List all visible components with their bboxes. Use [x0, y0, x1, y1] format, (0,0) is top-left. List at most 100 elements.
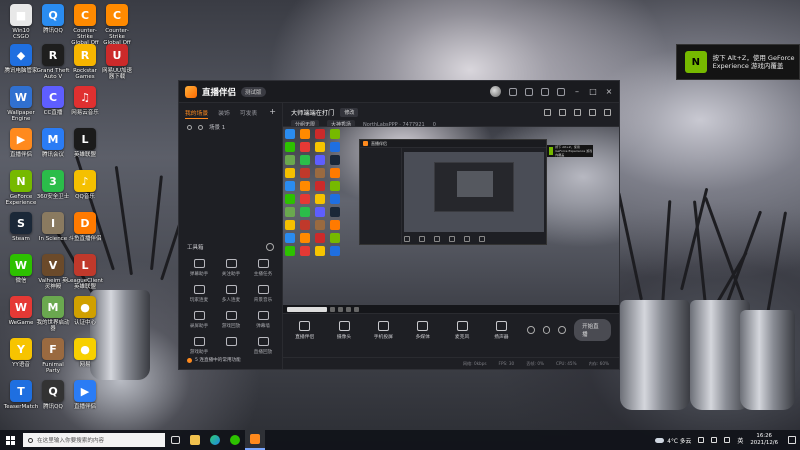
taskbar-explorer[interactable] [185, 430, 205, 450]
task-view-button[interactable] [165, 430, 185, 450]
desktop-icon-label: Win10 CSGO [12, 28, 30, 40]
game-capture-button[interactable]: 直播伴侣 [291, 320, 318, 340]
status-item: FPS: 30 [498, 361, 515, 366]
desktop-icon[interactable]: W WeGame [4, 296, 38, 326]
desktop-icon[interactable]: C Counter-Strike Global Off [68, 4, 102, 46]
start-live-button[interactable]: 开始直播 [574, 319, 612, 341]
desktop-icon[interactable]: R Rockstar Games [68, 44, 102, 80]
app-icon: M [42, 128, 64, 150]
toolbox-item[interactable]: 游戏回放 [215, 311, 247, 329]
toolbox-item[interactable]: 直播回放 [247, 337, 279, 355]
desktop-icon[interactable]: Q 腾讯QQ [36, 380, 70, 410]
desktop-icon[interactable]: W Wallpaper Engine [4, 86, 38, 122]
desktop-icon[interactable]: ▶ 直播伴侣 [68, 380, 102, 410]
network-icon[interactable] [711, 437, 718, 443]
minimize-button[interactable]: – [573, 87, 581, 96]
geforce-notification[interactable]: N 按下 Alt+Z，使用 GeForce Experience 游戏内覆盖 [676, 44, 800, 80]
share-icon[interactable] [589, 108, 596, 116]
phone-cast-button[interactable]: 手机投屏 [370, 320, 397, 340]
toolbox-item[interactable]: 玩家连麦 [183, 285, 215, 303]
desktop-icon[interactable]: ● 网易 [68, 338, 102, 368]
microphone-button[interactable]: 麦克风 [448, 320, 475, 340]
desktop-icon[interactable]: U 网易UU加速器下载 [100, 44, 134, 80]
more-icon[interactable] [604, 108, 611, 116]
toolbox-more-icon[interactable] [266, 243, 274, 251]
gear-icon[interactable] [558, 326, 567, 334]
tab-decoration[interactable]: 装饰 [218, 108, 230, 119]
camera-button[interactable]: 摄像头 [330, 320, 357, 340]
desktop-icon[interactable]: T TeaserMatch [4, 380, 38, 410]
toolbox-item[interactable]: 录屏助手 [183, 311, 215, 329]
desktop-icon[interactable]: ■ Win10 CSGO [4, 4, 38, 40]
eye-icon[interactable] [542, 326, 551, 334]
desktop-icon[interactable]: L 英雄联盟 [68, 128, 102, 158]
taskbar-search[interactable]: 在这里输入你要搜索的内容 [23, 433, 165, 447]
live-companion-window[interactable]: 直播伴侣 测试版 – □ × 我的场景 装饰 可发表 + 场景 1 工具箱 弹幕… [178, 80, 620, 370]
taskbar-live-companion[interactable] [245, 430, 265, 450]
start-button[interactable] [0, 430, 20, 450]
toolbox-item[interactable]: 背景音乐 [247, 285, 279, 303]
toolbox-item[interactable]: 多人连麦 [215, 285, 247, 303]
tab-publish[interactable]: 可发表 [240, 108, 257, 119]
desktop-icon[interactable]: Y YY语音 [4, 338, 38, 368]
speaker-button[interactable]: 扬声器 [488, 320, 515, 340]
desktop-icon[interactable]: ● 认证中心 [68, 296, 102, 326]
desktop-icon[interactable]: N GeForce Experience [4, 170, 38, 206]
settings-icon[interactable] [525, 87, 533, 96]
tool-notice[interactable]: 5 连直播中的常用功能 [187, 357, 241, 363]
toolbox-item[interactable] [215, 337, 247, 355]
tray-expand-icon[interactable] [698, 437, 705, 443]
window-titlebar[interactable]: 直播伴侣 测试版 – □ × [179, 81, 619, 103]
desktop-icon[interactable]: M 腾讯会议 [36, 128, 70, 158]
desktop-icon[interactable]: M 我的世界启动器 [36, 296, 70, 332]
user-avatar[interactable] [490, 86, 501, 97]
skin-icon[interactable] [541, 87, 549, 96]
toolbox-item[interactable]: 弹幕墙 [247, 311, 279, 329]
desktop-icon[interactable]: Q 腾讯QQ [36, 4, 70, 34]
desktop-icon[interactable]: L LeagueClient 英雄联盟 [67, 254, 103, 290]
toolbox-item[interactable]: 主播任务 [247, 259, 279, 277]
desktop-icon[interactable]: I In Science [36, 212, 70, 242]
desktop-icon[interactable]: F Funimal Party [36, 338, 70, 374]
taskbar-clock[interactable]: 16:26 2021/12/6 [750, 433, 778, 447]
scene-item[interactable]: 场景 1 [179, 119, 282, 135]
media-button[interactable]: 多媒体 [409, 320, 436, 340]
desktop-icon[interactable]: C Counter-Strike Global Off [100, 4, 134, 46]
desktop-icon[interactable]: V Valheim 英灵神殿 [36, 254, 70, 290]
toolbox-item[interactable]: 游戏助手 [183, 337, 215, 355]
menu-icon[interactable] [557, 87, 565, 96]
message-icon[interactable] [509, 87, 517, 96]
desktop-icon[interactable]: C CC直播 [36, 86, 70, 116]
chat-icon[interactable] [574, 108, 581, 116]
toolbox-item[interactable]: 弹幕助手 [183, 259, 215, 277]
desktop-icon[interactable]: R Grand Theft Auto V [36, 44, 70, 80]
add-scene-button[interactable]: + [269, 108, 276, 119]
gift-icon[interactable] [544, 108, 551, 116]
toolbox-item[interactable]: 关注助手 [215, 259, 247, 277]
desktop-icon[interactable]: ▶ 直播伴侣 [4, 128, 38, 158]
desktop-icon-label: 360安全卫士 [36, 194, 70, 200]
record-icon[interactable] [527, 326, 535, 334]
desktop-icon[interactable]: S Steam [4, 212, 38, 242]
desktop-icon[interactable]: ♫ 网易云音乐 [68, 86, 102, 116]
maximize-button[interactable]: □ [589, 87, 597, 96]
lock-icon[interactable] [198, 124, 203, 130]
edit-room-button[interactable]: 修改 [340, 107, 359, 117]
desktop-icon[interactable]: ◆ 腾讯电脑管家 [4, 44, 38, 74]
taskbar-edge[interactable] [205, 430, 225, 450]
desktop-icon[interactable]: 3 360安全卫士 [36, 170, 70, 200]
data-icon[interactable] [559, 108, 566, 116]
tab-my-scenes[interactable]: 我的场景 [185, 108, 209, 119]
volume-icon[interactable] [724, 437, 731, 443]
taskbar-wechat[interactable] [225, 430, 245, 450]
weather-widget[interactable]: 4°C 多云 [655, 436, 691, 445]
visibility-icon[interactable] [187, 124, 192, 130]
desktop-icon[interactable]: ♪ QQ音乐 [68, 170, 102, 200]
desktop-icon[interactable]: W 微信 [4, 254, 38, 284]
app-icon: T [10, 380, 32, 402]
live-preview[interactable]: 直播伴侣 按下 Alt+Z，使用 GeForce Experience 游戏内覆… [283, 126, 619, 314]
close-button[interactable]: × [605, 87, 613, 96]
input-method[interactable]: 英 [737, 436, 743, 445]
desktop-icon[interactable]: D 斗鱼直播伴侣 [68, 212, 102, 242]
notification-center-icon[interactable] [788, 436, 796, 444]
